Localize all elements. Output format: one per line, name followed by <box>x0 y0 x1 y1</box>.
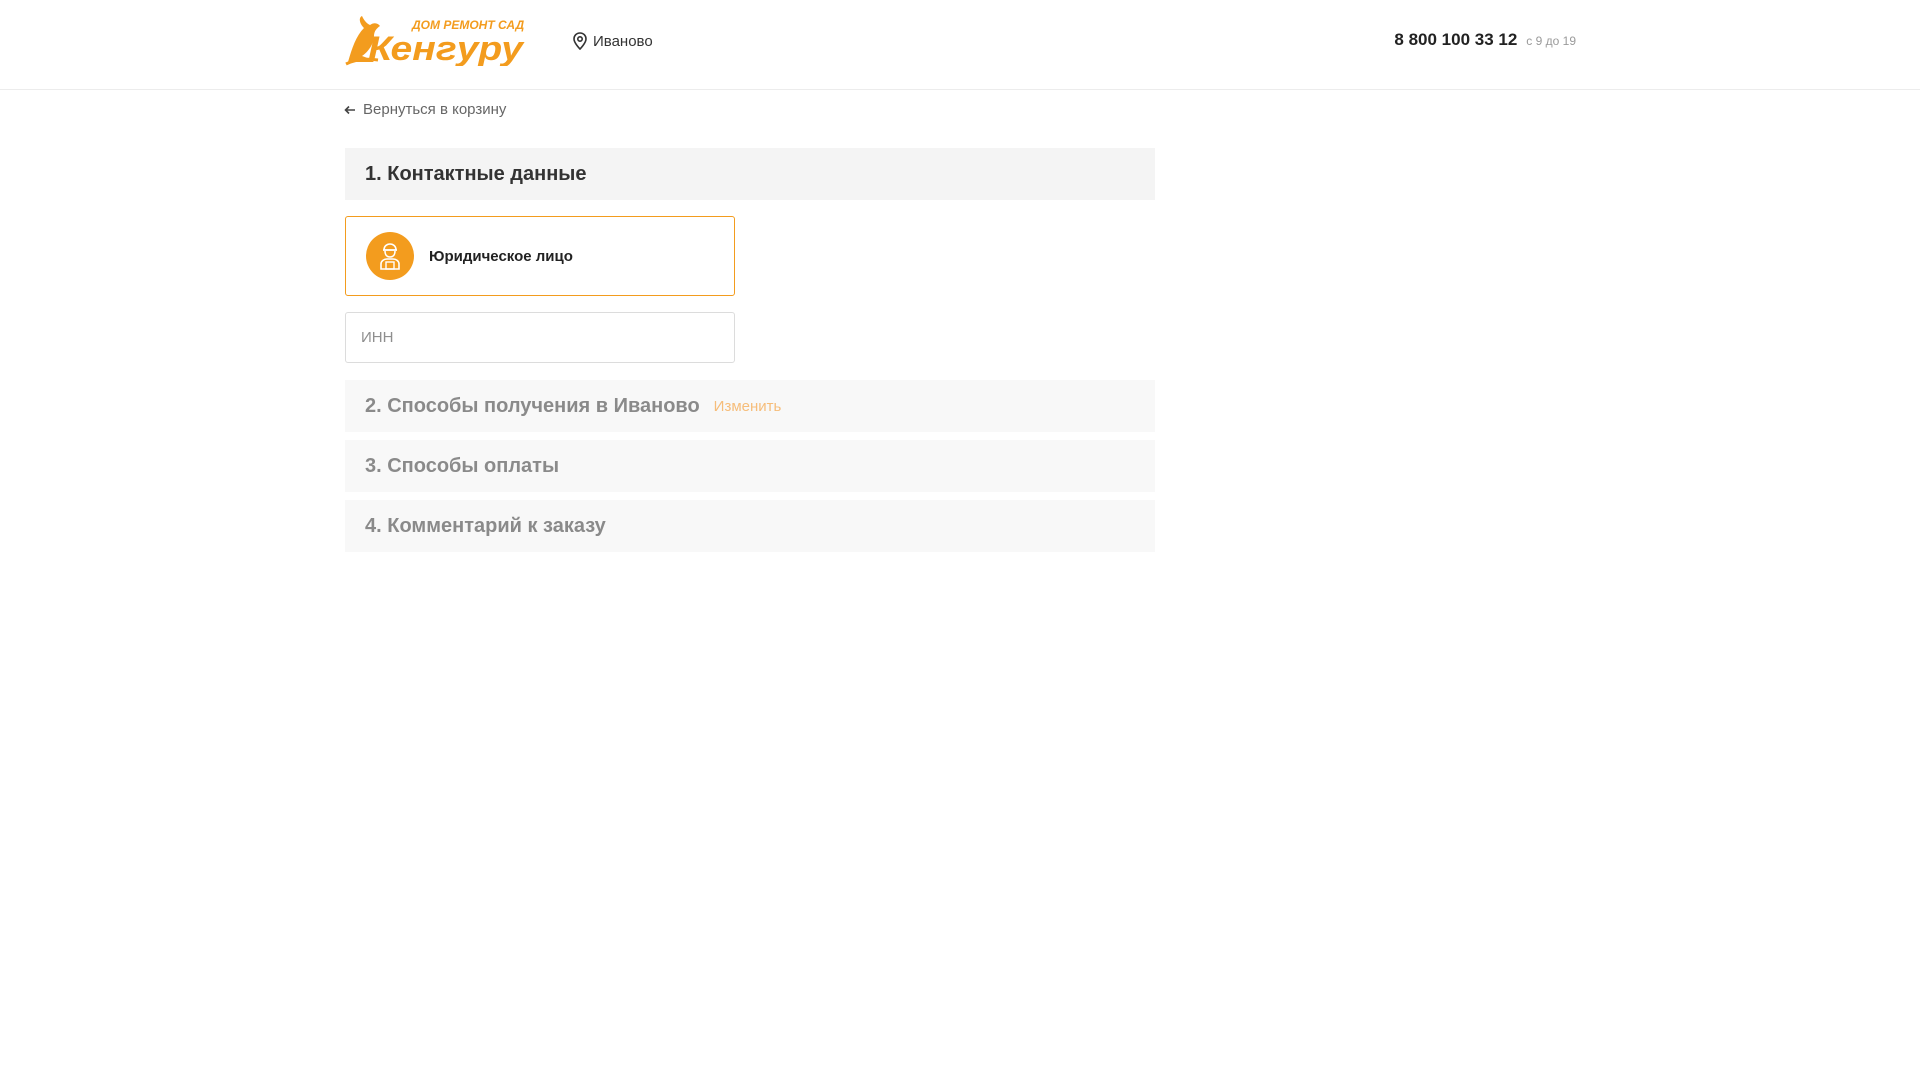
back-to-cart-label: Вернуться в корзину <box>363 101 507 118</box>
back-to-cart-link[interactable]: Вернуться в корзину <box>344 101 506 118</box>
worker-icon <box>366 232 414 280</box>
site-logo[interactable]: ДОМ РЕМОНТ САД Кенгуру <box>344 14 529 66</box>
step-contact-data: 1. Контактные данные <box>345 148 1155 200</box>
arrow-left-icon <box>344 105 355 114</box>
contact-info: 8 800 100 33 12 с 9 до 19 <box>1394 30 1576 50</box>
working-hours: с 9 до 19 <box>1526 34 1576 48</box>
inn-input[interactable] <box>345 312 735 363</box>
customer-type-label: Юридическое лицо <box>429 247 573 265</box>
phone-number[interactable]: 8 800 100 33 12 <box>1394 30 1517 50</box>
step-title: 1. Контактные данные <box>365 162 587 185</box>
step-delivery-methods: 2. Способы получения в Иваново Изменить <box>345 380 1155 432</box>
kangaroo-logo-icon: ДОМ РЕМОНТ САД Кенгуру <box>345 16 525 66</box>
step-order-comment: 4. Комментарий к заказу <box>345 500 1155 552</box>
step-title: 2. Способы получения в Иваново <box>365 394 700 417</box>
site-header: ДОМ РЕМОНТ САД Кенгуру Иваново 8 800 100… <box>0 0 1920 90</box>
location-pin-icon <box>573 32 587 50</box>
svg-text:Кенгуру: Кенгуру <box>368 30 525 66</box>
change-city-link[interactable]: Изменить <box>714 398 782 415</box>
city-selector[interactable]: Иваново <box>572 32 653 50</box>
city-label: Иваново <box>593 32 653 50</box>
step-title: 4. Комментарий к заказу <box>365 514 606 537</box>
customer-type-legal-entity[interactable]: Юридическое лицо <box>345 216 735 296</box>
step-title: 3. Способы оплаты <box>365 454 560 477</box>
step-payment-methods: 3. Способы оплаты <box>345 440 1155 492</box>
